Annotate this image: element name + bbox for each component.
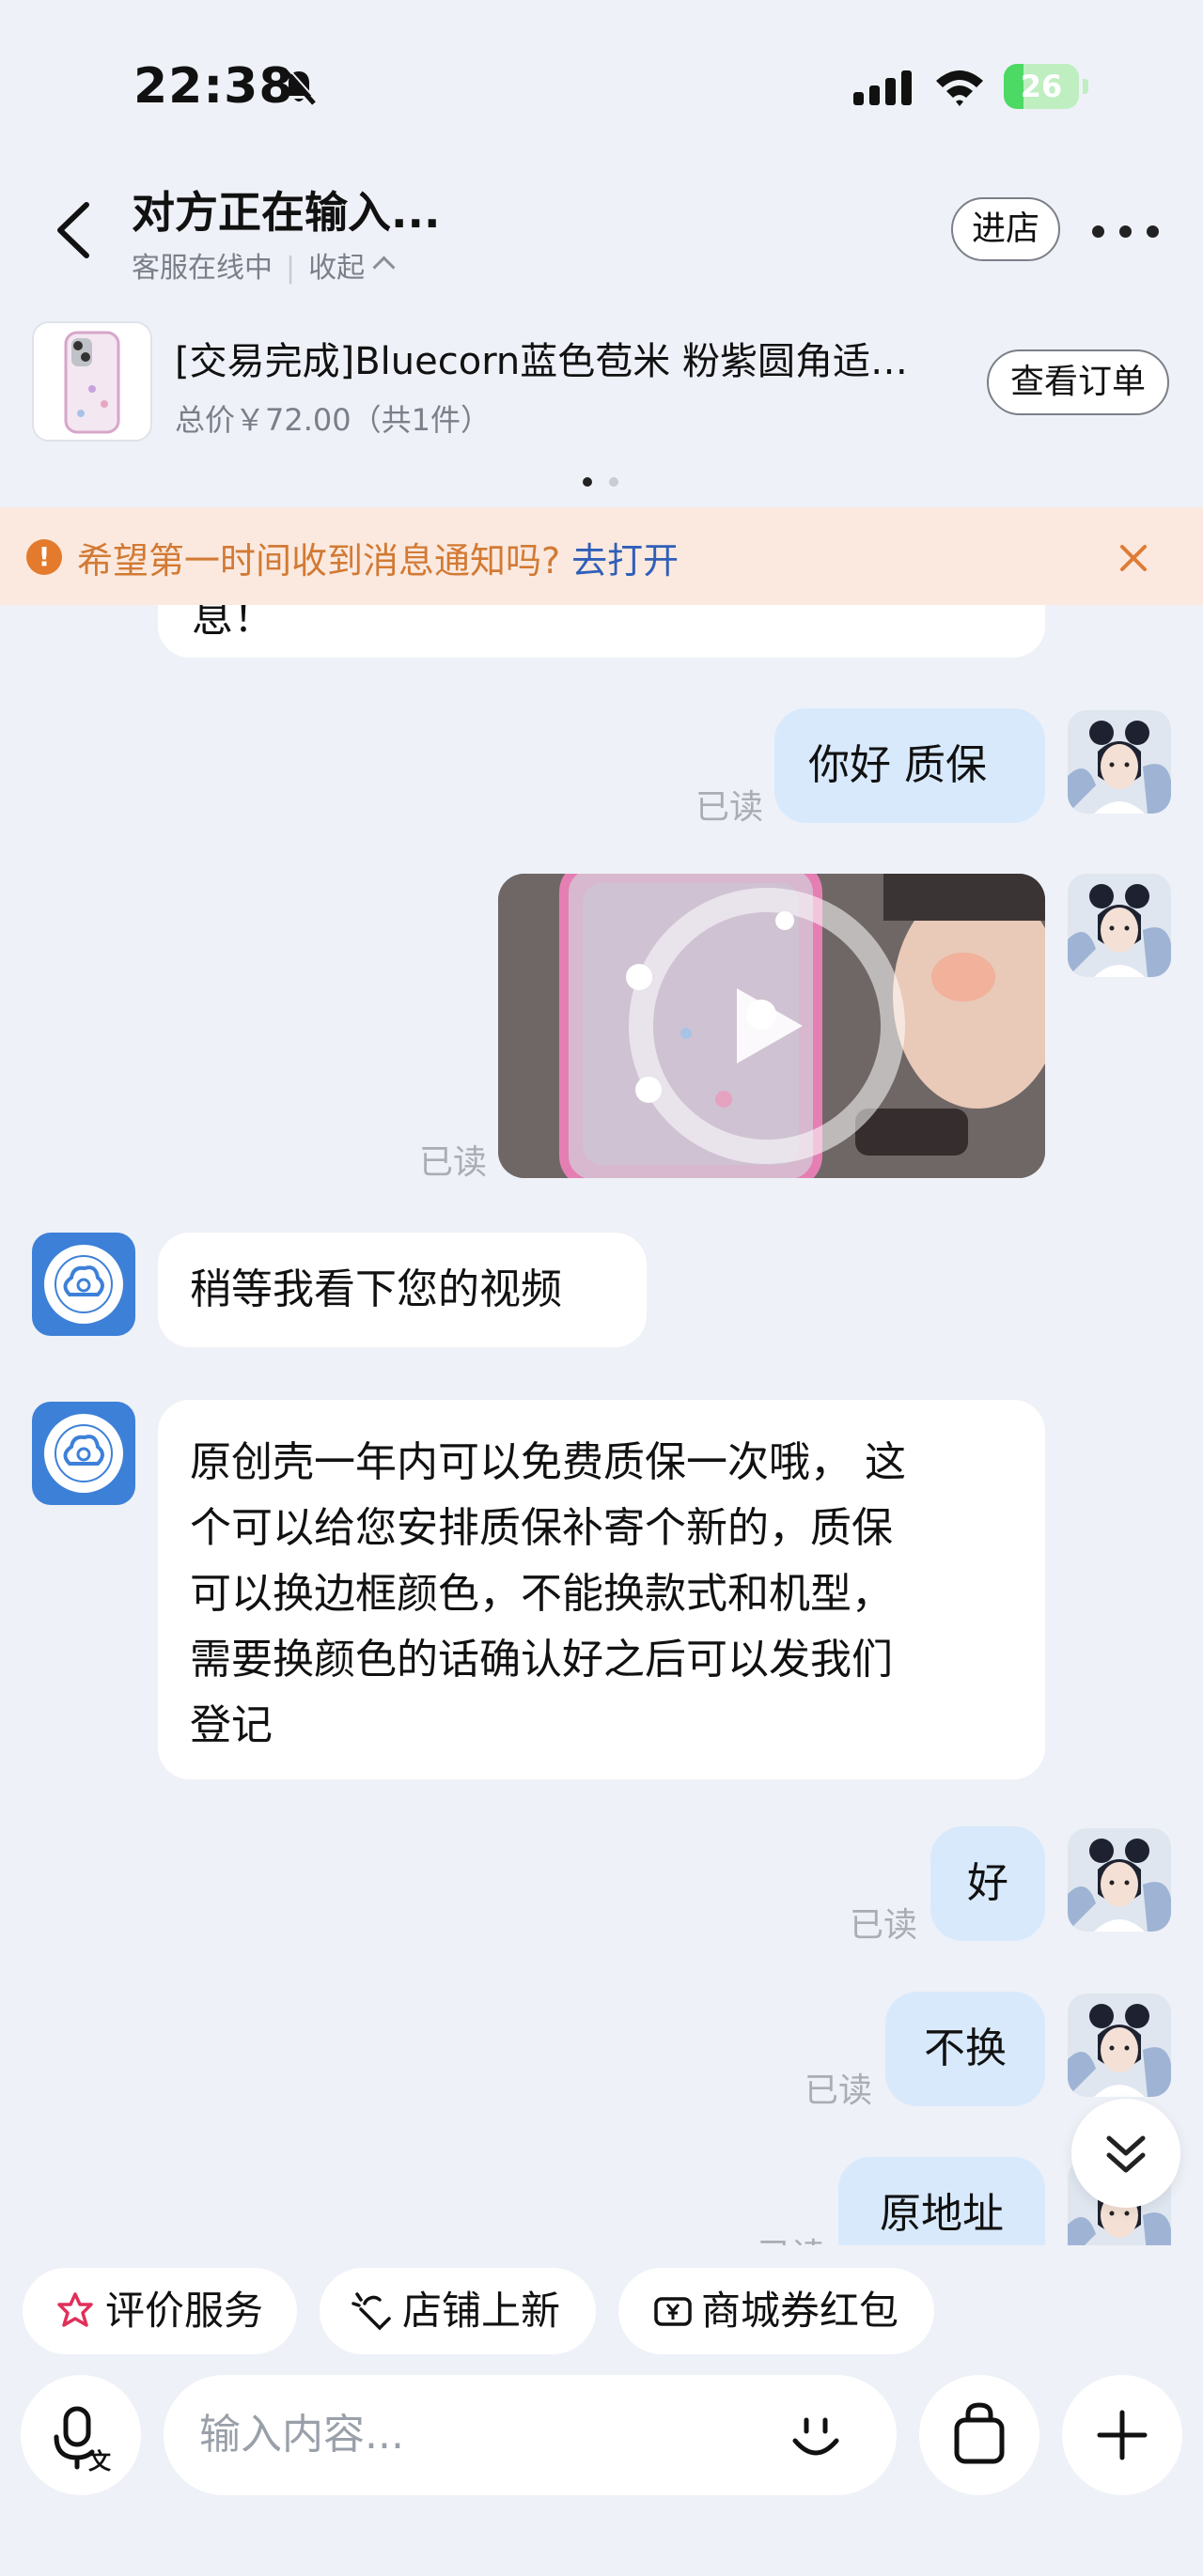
message-text: 稍等我看下您的视频 [190, 1265, 562, 1313]
message-bubble[interactable]: 好 [930, 1826, 1045, 1941]
collapse-toggle[interactable]: 收起 [308, 252, 365, 285]
more-options-icon[interactable] [1090, 207, 1162, 254]
online-status: 客服在线中 [132, 252, 273, 285]
quick-action-coupons[interactable]: 商城券红包 [618, 2268, 934, 2354]
emoji-icon[interactable] [784, 2403, 848, 2467]
double-chevron-down-icon [1106, 2135, 1146, 2173]
order-price: 总价￥72.00（共1件） [175, 402, 491, 438]
message-bubble[interactable]: 稍等我看下您的视频 [158, 1233, 647, 1347]
message-text: 不换 [924, 2025, 1007, 2072]
read-receipt: 已读 [850, 1906, 918, 1945]
video-message[interactable] [498, 874, 1045, 1178]
chat-title: 对方正在输入... [132, 187, 441, 238]
bell-muted-icon [282, 66, 318, 105]
svg-text:文: 文 [88, 2448, 112, 2475]
message-input-placeholder: 输入内容... [199, 2411, 404, 2459]
quick-action-label: 评价服务 [105, 2288, 264, 2334]
message-bubble[interactable]: 息！ [158, 605, 1045, 658]
message-line: 原创壳一年内可以免费质保一次哦， 这 [190, 1438, 906, 1486]
user-avatar[interactable] [1068, 1828, 1171, 1932]
message-line: 可以换边框颜色，不能换款式和机型， [190, 1570, 893, 1618]
enable-notification-link[interactable]: 去打开 [571, 540, 679, 582]
new-arrivals-icon [352, 2292, 391, 2331]
wifi-icon [936, 70, 983, 106]
quick-action-rate-service[interactable]: 评价服务 [23, 2268, 297, 2354]
warning-icon: ! [26, 539, 62, 575]
shopping-bag-icon [954, 2402, 1005, 2464]
back-arrow-icon[interactable] [51, 199, 98, 261]
message-bubble[interactable]: 原创壳一年内可以免费质保一次哦， 这 个可以给您安排质保补寄个新的，质保 可以换… [158, 1400, 1045, 1779]
read-receipt: 已读 [695, 788, 764, 827]
chevron-up-icon[interactable] [372, 256, 396, 279]
read-receipt: 已读 [758, 2228, 825, 2245]
read-receipt: 已读 [805, 2072, 873, 2110]
quick-action-label: 店铺上新 [402, 2288, 561, 2334]
shopping-bag-button[interactable] [919, 2375, 1039, 2495]
pager-dot [609, 477, 618, 487]
user-avatar[interactable] [1068, 1994, 1171, 2097]
microphone-translate-icon: 文 [54, 2406, 112, 2475]
coupon-icon [654, 2297, 692, 2326]
message-line: 登记 [190, 1701, 273, 1749]
order-title[interactable]: [交易完成]Bluecorn蓝色苞米 粉紫圆角适… [175, 331, 945, 385]
message-input[interactable]: 输入内容... [164, 2375, 897, 2495]
service-status: 客服在线中 | 收起 [132, 244, 396, 286]
plus-icon [1097, 2410, 1148, 2460]
user-avatar[interactable] [1068, 710, 1171, 814]
flower-icon [57, 2292, 93, 2327]
message-line: 个可以给您安排质保补寄个新的，质保 [190, 1504, 893, 1552]
notification-text: 希望第一时间收到消息通知吗? 去打开 [77, 540, 680, 582]
shop-avatar[interactable] [32, 1233, 135, 1336]
user-avatar[interactable] [1068, 874, 1171, 977]
scroll-to-bottom-button[interactable] [1071, 2099, 1180, 2208]
message-bubble[interactable]: 不换 [885, 1992, 1045, 2106]
message-text: 原地址 [880, 2190, 1004, 2238]
product-thumbnail[interactable] [32, 321, 152, 442]
quick-action-label: 商城券红包 [701, 2288, 899, 2334]
message-bubble[interactable]: 原地址 [838, 2157, 1045, 2245]
cellular-signal-icon [853, 70, 912, 105]
message-text: 好 [967, 1859, 1008, 1907]
more-actions-button[interactable] [1062, 2375, 1182, 2495]
shop-avatar[interactable] [32, 1402, 135, 1505]
enter-store-button[interactable]: 进店 [951, 197, 1060, 261]
read-receipt: 已读 [419, 1143, 488, 1182]
battery-percent: 26 [1020, 69, 1063, 104]
view-order-button[interactable]: 查看订单 [987, 349, 1169, 415]
pager-dot-active [583, 477, 592, 487]
quick-action-new-arrivals[interactable]: 店铺上新 [320, 2268, 596, 2354]
close-icon[interactable] [1115, 539, 1152, 577]
chat-messages[interactable]: 息！ 已读 你好 质保 已读 稍等我看下您的视频 原创壳一年内可以免费质保一次哦… [0, 605, 1203, 2245]
battery-indicator: 26 [1004, 64, 1088, 109]
message-text: 息！ [192, 605, 274, 642]
message-line: 需要换颜色的话确认好之后可以发我们 [190, 1636, 893, 1684]
voice-input-button[interactable]: 文 [21, 2375, 141, 2495]
status-time: 22:38 [133, 58, 294, 115]
message-text: 你好 质保 [808, 741, 987, 789]
message-bubble[interactable]: 你好 质保 [774, 708, 1045, 823]
